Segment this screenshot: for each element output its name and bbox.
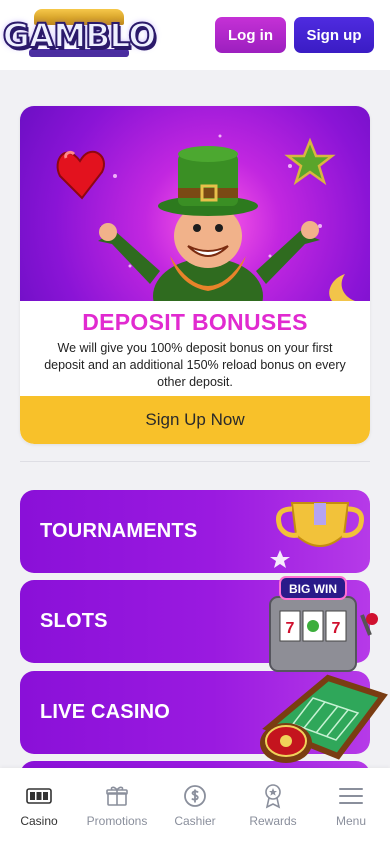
award-badge-icon (258, 782, 288, 810)
nav-menu[interactable]: Menu (312, 782, 390, 828)
sign-up-now-button[interactable]: Sign Up Now (20, 396, 370, 444)
nav-cashier-label: Cashier (174, 814, 216, 828)
leprechaun-banner-image (20, 106, 370, 301)
nav-menu-label: Menu (335, 814, 367, 828)
deposit-bonus-card: DEPOSIT BONUSES We will give you 100% de… (20, 106, 370, 444)
bottom-navigation: Casino Promotions Cashier Rewards Menu (0, 768, 390, 844)
gamblo-logo[interactable]: GAMBLO (2, 7, 157, 63)
nav-casino[interactable]: Casino (0, 782, 78, 828)
heart-icon (56, 150, 105, 200)
tile-tournaments-label: TOURNAMENTS (40, 520, 198, 542)
logo-text: GAMBLO (2, 15, 158, 56)
slot-reels-icon (24, 782, 54, 810)
dollar-coin-icon (180, 782, 210, 810)
promo-description: We will give you 100% deposit bonus on y… (44, 341, 346, 389)
svg-text:BIG WIN: BIG WIN (289, 582, 337, 596)
tile-live-casino-label: LIVE CASINO (40, 701, 170, 723)
nav-cashier[interactable]: Cashier (156, 782, 234, 828)
login-button[interactable]: Log in (215, 17, 286, 53)
hamburger-icon (336, 782, 366, 810)
promo-body: DEPOSIT BONUSES We will give you 100% de… (20, 301, 370, 391)
header-actions: Log in Sign up (215, 17, 374, 53)
gift-icon (102, 782, 132, 810)
nav-casino-label: Casino (20, 814, 58, 828)
top-header: GAMBLO Log in Sign up (0, 0, 390, 70)
trophy-icon (270, 502, 364, 568)
tile-slots-label: SLOTS (40, 610, 108, 632)
star-icon (284, 137, 336, 186)
slot-machine-icon: BIG WIN 7 7 (269, 576, 378, 672)
nav-rewards[interactable]: Rewards (234, 782, 312, 828)
banner-illustration (56, 134, 355, 301)
roulette-table-icon (260, 674, 388, 763)
signup-button[interactable]: Sign up (294, 17, 374, 53)
svg-text:7: 7 (332, 620, 341, 637)
nav-promotions[interactable]: Promotions (78, 782, 156, 828)
section-divider (20, 461, 370, 462)
svg-text:7: 7 (286, 620, 295, 637)
promo-title: DEPOSIT BONUSES (82, 309, 308, 335)
nav-rewards-label: Rewards (249, 814, 297, 828)
nav-promotions-label: Promotions (86, 814, 148, 828)
